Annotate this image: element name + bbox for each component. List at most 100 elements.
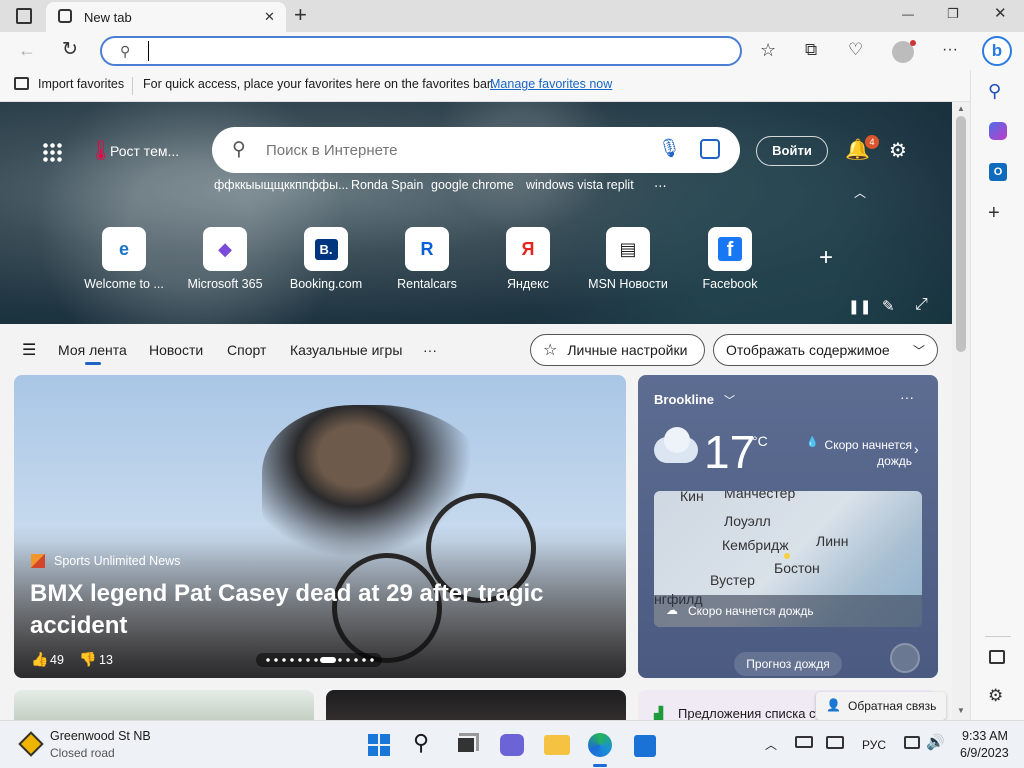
story-source[interactable]: Sports Unlimited News [54, 554, 180, 568]
trending-item-4[interactable]: windows vista replit [526, 178, 634, 192]
minimize-button[interactable]: — [902, 8, 914, 20]
clock-time[interactable]: 9:33 AM [962, 729, 1008, 743]
taskbar-search-icon[interactable]: ⚲ [413, 730, 429, 756]
location-chevron-icon[interactable]: ﹀ [724, 392, 735, 408]
news-card-1[interactable] [14, 690, 314, 720]
refresh-icon[interactable]: ↻ [62, 40, 78, 59]
close-window-button[interactable]: ✕ [994, 6, 1007, 21]
hero-story-card[interactable]: Sports Unlimited News BMX legend Pat Cas… [14, 375, 626, 678]
quick-link-1[interactable]: e Welcome to ... [69, 227, 179, 291]
favorites-star-icon[interactable]: ☆ [760, 41, 776, 59]
weather-more-icon[interactable]: ··· [900, 389, 914, 405]
quick-link-4[interactable]: R Rentalcars [372, 227, 482, 291]
teams-chat-icon[interactable] [500, 734, 524, 756]
add-site-button[interactable]: + [819, 244, 833, 272]
sidebar-settings-icon[interactable]: ⚙ [988, 687, 1003, 704]
weather-avatar-icon[interactable] [890, 643, 920, 673]
task-view-icon[interactable] [456, 736, 476, 754]
traffic-title[interactable]: Greenwood St NB [50, 729, 151, 743]
trending-item-3[interactable]: google chrome [431, 178, 514, 192]
sidebar-search-icon[interactable]: ⚲ [988, 82, 1001, 100]
collections-icon[interactable]: ⧉ [805, 41, 817, 58]
collapse-chevron-icon[interactable]: ︿ [854, 184, 866, 201]
weather-next-icon[interactable]: › [914, 441, 919, 457]
search-icon: ⚲ [120, 43, 131, 59]
like-icon[interactable]: 👍 [31, 651, 48, 668]
active-tab-underline [85, 362, 101, 365]
edge-taskbar-icon[interactable] [588, 733, 612, 757]
feed-tab-news[interactable]: Новости [149, 342, 203, 358]
trending-more-icon[interactable]: ⋯ [654, 178, 667, 193]
network-icon[interactable] [904, 736, 920, 749]
signin-button[interactable]: Войти [756, 136, 828, 166]
feedback-button[interactable]: 👤 Обратная связь [816, 692, 946, 720]
clock-date[interactable]: 6/9/2023 [960, 746, 1009, 760]
store-icon[interactable] [634, 735, 656, 757]
feed-more-icon[interactable]: ··· [423, 342, 437, 358]
new-tab-button[interactable]: + [294, 4, 307, 26]
sidebar-office-icon[interactable] [989, 122, 1007, 140]
start-button[interactable] [368, 734, 390, 756]
weather-location[interactable]: Brookline [654, 392, 714, 407]
scroll-thumb[interactable] [956, 116, 966, 352]
file-explorer-icon[interactable] [544, 735, 570, 755]
feed-tab-sport[interactable]: Спорт [227, 342, 266, 358]
language-indicator[interactable]: РУС [862, 738, 886, 752]
address-field[interactable]: ⚲ [100, 36, 742, 66]
dislike-icon[interactable]: 👎 [79, 651, 96, 668]
more-menu-icon[interactable]: ··· [942, 42, 958, 58]
tab-actions-icon[interactable] [16, 8, 32, 24]
carousel-dots[interactable] [256, 653, 382, 667]
tab-close-icon[interactable]: ✕ [264, 9, 275, 25]
expand-icon[interactable]: ⤢ [915, 296, 928, 314]
page-scrollbar[interactable]: ▲ ▼ [952, 102, 970, 720]
bing-copilot-icon[interactable]: b [982, 36, 1012, 66]
edit-background-icon[interactable]: ✎ [882, 297, 895, 315]
signin-label: Войти [772, 143, 812, 158]
scroll-up-icon[interactable]: ▲ [957, 104, 965, 113]
sidebar-outlook-icon[interactable]: O [989, 163, 1007, 181]
display-icon[interactable] [826, 736, 844, 749]
trending-item-1[interactable]: ффккыыщщккппффы... [214, 178, 349, 192]
weather-rain-note[interactable]: Скоро начнется дождь [820, 437, 912, 469]
pause-background-icon[interactable]: ❚❚ [848, 298, 871, 315]
volume-icon[interactable]: 🔊 [926, 733, 945, 751]
address-toolbar: ← ↻ ⚲ ☆ ⧉ ♡ ··· b [0, 32, 1024, 70]
visual-search-icon[interactable] [700, 139, 720, 159]
sidebar-layout-icon[interactable] [989, 650, 1005, 664]
trending-item-2[interactable]: Ronda Spain [351, 178, 423, 192]
page-settings-icon[interactable]: ⚙ [889, 138, 907, 163]
weather-chip[interactable]: Рост тем... [110, 143, 179, 159]
voice-search-icon[interactable]: 🎙 [658, 138, 681, 159]
browser-essentials-icon[interactable]: ♡ [848, 41, 863, 58]
feed-menu-icon[interactable]: ☰ [22, 340, 36, 360]
content-visibility-dropdown[interactable]: Отображать содержимое ﹀ [713, 334, 938, 366]
story-headline[interactable]: BMX legend Pat Casey dead at 29 after tr… [30, 578, 570, 642]
quick-link-2[interactable]: ◆ Microsoft 365 [170, 227, 280, 291]
personalize-button[interactable]: ☆ Личные настройки [530, 334, 705, 366]
quick-link-6[interactable]: ▤ MSN Новости [573, 227, 683, 291]
feed-tab-casual-games[interactable]: Казуальные игры [290, 342, 402, 358]
sidebar-add-icon[interactable]: + [988, 203, 1000, 223]
web-search-input[interactable] [266, 139, 636, 161]
import-favorites-button[interactable]: Import favorites [38, 77, 124, 91]
restore-button[interactable]: ❐ [947, 7, 959, 20]
tab-new-tab[interactable]: New tab ✕ [46, 2, 286, 32]
quick-link-7[interactable]: f Facebook [675, 227, 785, 291]
scroll-down-icon[interactable]: ▼ [957, 706, 965, 715]
keyboard-icon[interactable] [795, 736, 813, 748]
back-icon[interactable]: ← [18, 41, 36, 59]
address-input[interactable] [148, 41, 728, 61]
rain-forecast-button[interactable]: Прогноз дождя [734, 652, 842, 676]
apps-launcher-icon[interactable] [42, 142, 62, 162]
weather-map[interactable]: Кин Манчестер Лоуэлл Кембридж Линн Босто… [654, 491, 922, 627]
map-city: Линн [816, 533, 849, 549]
quick-link-3[interactable]: B. Booking.com [271, 227, 381, 291]
news-card-2[interactable] [326, 690, 626, 720]
tray-overflow-icon[interactable]: ︿ [765, 736, 777, 753]
web-search-box[interactable]: ⚲ 🎙 [212, 127, 740, 173]
manage-favorites-link[interactable]: Manage favorites now [490, 77, 612, 91]
feed-tab-my-feed[interactable]: Моя лента [58, 342, 127, 358]
weather-card[interactable]: Brookline ﹀ ··· 17 °C 💧 Скоро начнется д… [638, 375, 938, 678]
quick-link-5[interactable]: Я Яндекс [473, 227, 583, 291]
